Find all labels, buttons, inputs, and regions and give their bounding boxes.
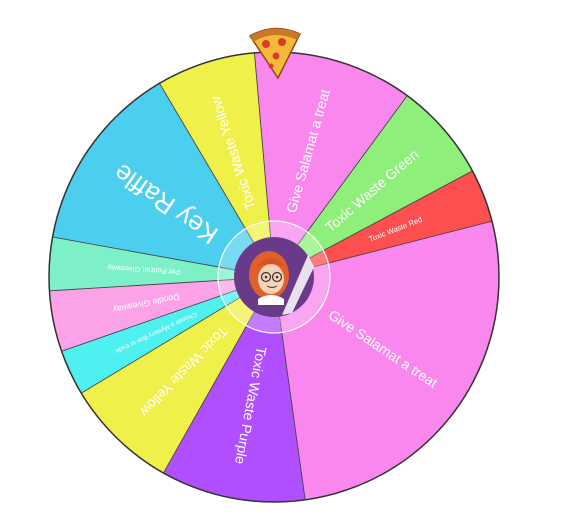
spinner-wheel[interactable]: Give Salamat a treat Toxic Waste Green Tox…	[0, 0, 563, 529]
wheel-center-button[interactable]	[217, 220, 331, 334]
wheel-canvas[interactable]: Give Salamat a treatToxic Waste GreenTox…	[0, 0, 563, 529]
